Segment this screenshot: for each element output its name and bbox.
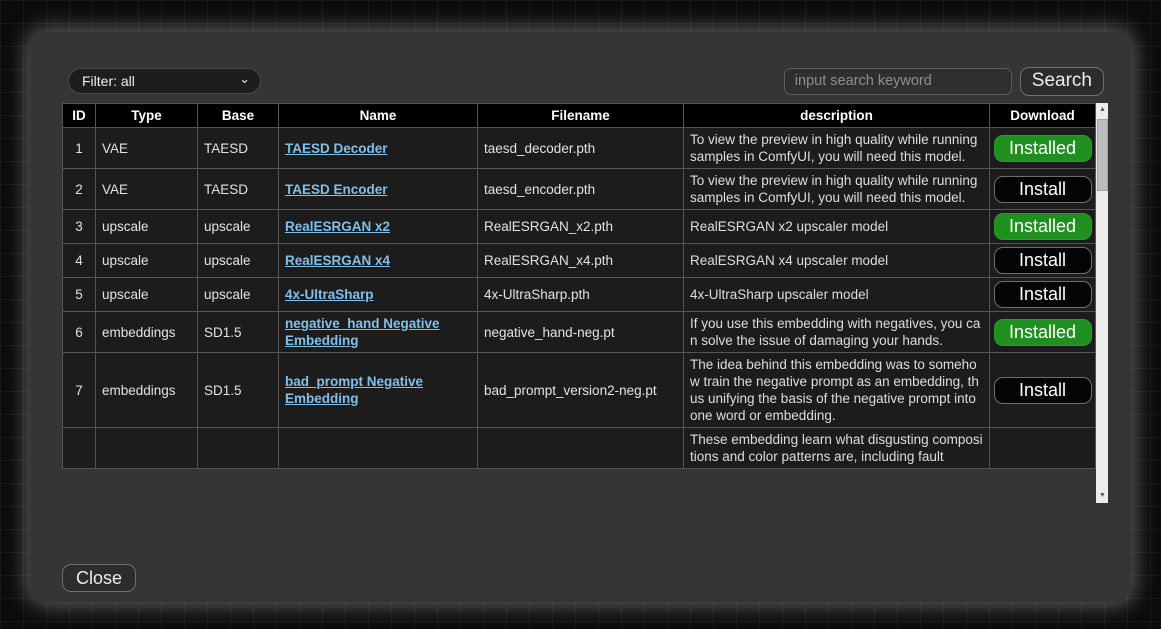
model-name-cell <box>279 428 478 469</box>
table-row: 6embeddingsSD1.5negative_hand Negative E… <box>63 312 1096 353</box>
download-cell: Install <box>990 244 1096 278</box>
model-name-cell: bad_prompt Negative Embedding <box>279 353 478 428</box>
base-cell <box>198 428 279 469</box>
model-name-cell: TAESD Encoder <box>279 169 478 210</box>
model-name-link[interactable]: TAESD Encoder <box>285 182 388 197</box>
description-cell: To view the preview in high quality whil… <box>684 128 990 169</box>
filename-cell: taesd_encoder.pth <box>478 169 684 210</box>
model-name-cell: TAESD Decoder <box>279 128 478 169</box>
scroll-up-arrow-icon[interactable]: ▲ <box>1096 103 1108 117</box>
scroll-down-arrow-icon[interactable]: ▼ <box>1096 489 1108 503</box>
type-cell: embeddings <box>96 312 198 353</box>
model-name-link[interactable]: bad_prompt Negative Embedding <box>285 374 423 406</box>
installed-button[interactable]: Installed <box>994 213 1092 240</box>
filename-cell: negative_hand-neg.pt <box>478 312 684 353</box>
type-cell: upscale <box>96 244 198 278</box>
description-cell: To view the preview in high quality whil… <box>684 169 990 210</box>
id-cell: 5 <box>63 278 96 312</box>
id-cell: 4 <box>63 244 96 278</box>
filter-dropdown-wrap: Filter: all ⌄ <box>68 68 261 94</box>
base-cell: SD1.5 <box>198 312 279 353</box>
table-row: 4upscaleupscaleRealESRGAN x4RealESRGAN_x… <box>63 244 1096 278</box>
filename-cell: 4x-UltraSharp.pth <box>478 278 684 312</box>
search-input[interactable] <box>784 68 1012 95</box>
description-cell: The idea behind this embedding was to so… <box>684 353 990 428</box>
download-cell: Installed <box>990 312 1096 353</box>
base-cell: TAESD <box>198 128 279 169</box>
table-row: These embedding learn what disgusting co… <box>63 428 1096 469</box>
filename-cell <box>478 428 684 469</box>
scrollbar-thumb[interactable] <box>1097 119 1108 191</box>
type-cell: upscale <box>96 278 198 312</box>
column-header-download: Download <box>990 104 1096 128</box>
filter-dropdown[interactable]: Filter: all <box>68 68 261 94</box>
column-header-name: Name <box>279 104 478 128</box>
description-cell: RealESRGAN x4 upscaler model <box>684 244 990 278</box>
table-row: 3upscaleupscaleRealESRGAN x2RealESRGAN_x… <box>63 210 1096 244</box>
model-table: IDTypeBaseNameFilenamedescriptionDownloa… <box>62 103 1096 469</box>
table-row: 7embeddingsSD1.5bad_prompt Negative Embe… <box>63 353 1096 428</box>
download-cell: Install <box>990 278 1096 312</box>
base-cell: upscale <box>198 244 279 278</box>
download-cell: Install <box>990 169 1096 210</box>
id-cell <box>63 428 96 469</box>
type-cell: VAE <box>96 169 198 210</box>
model-name-link[interactable]: 4x-UltraSharp <box>285 287 374 302</box>
description-cell: 4x-UltraSharp upscaler model <box>684 278 990 312</box>
type-cell: embeddings <box>96 353 198 428</box>
description-cell: RealESRGAN x2 upscaler model <box>684 210 990 244</box>
model-name-link[interactable]: RealESRGAN x2 <box>285 219 390 234</box>
description-cell: These embedding learn what disgusting co… <box>684 428 990 469</box>
column-header-id: ID <box>63 104 96 128</box>
base-cell: TAESD <box>198 169 279 210</box>
model-manager-dialog: Filter: all ⌄ Search IDTypeBaseNameFilen… <box>30 32 1131 602</box>
base-cell: upscale <box>198 278 279 312</box>
column-header-base: Base <box>198 104 279 128</box>
install-button[interactable]: Install <box>994 281 1092 308</box>
filename-cell: RealESRGAN_x2.pth <box>478 210 684 244</box>
download-cell: Installed <box>990 210 1096 244</box>
id-cell: 1 <box>63 128 96 169</box>
download-cell: Installed <box>990 128 1096 169</box>
model-name-link[interactable]: negative_hand Negative Embedding <box>285 316 440 348</box>
table-header-row: IDTypeBaseNameFilenamedescriptionDownloa… <box>63 104 1096 128</box>
table-row: 1VAETAESD TAESD Decoder taesd_decoder.pthT… <box>63 128 1096 169</box>
base-cell: upscale <box>198 210 279 244</box>
column-header-description: description <box>684 104 990 128</box>
download-cell <box>990 428 1096 469</box>
table-row: 2VAETAESD TAESD Encoder taesd_encoder.pthT… <box>63 169 1096 210</box>
description-cell: If you use this embedding with negatives… <box>684 312 990 353</box>
column-header-filename: Filename <box>478 104 684 128</box>
installed-button[interactable]: Installed <box>994 135 1092 162</box>
column-header-type: Type <box>96 104 198 128</box>
type-cell: VAE <box>96 128 198 169</box>
filename-cell: taesd_decoder.pth <box>478 128 684 169</box>
search-button[interactable]: Search <box>1020 67 1104 96</box>
model-name-cell: RealESRGAN x2 <box>279 210 478 244</box>
model-name-cell: 4x-UltraSharp <box>279 278 478 312</box>
install-button[interactable]: Install <box>994 247 1092 274</box>
toolbar: Filter: all ⌄ Search <box>68 67 1104 95</box>
model-name-cell: RealESRGAN x4 <box>279 244 478 278</box>
installed-button[interactable]: Installed <box>994 319 1092 346</box>
model-name-cell: negative_hand Negative Embedding <box>279 312 478 353</box>
table-row: 5upscaleupscale4x-UltraSharp4x-UltraShar… <box>63 278 1096 312</box>
model-name-link[interactable]: TAESD Decoder <box>285 141 388 156</box>
type-cell <box>96 428 198 469</box>
model-table-area: IDTypeBaseNameFilenamedescriptionDownloa… <box>62 103 1108 503</box>
id-cell: 2 <box>63 169 96 210</box>
filename-cell: RealESRGAN_x4.pth <box>478 244 684 278</box>
close-button[interactable]: Close <box>62 564 136 592</box>
base-cell: SD1.5 <box>198 353 279 428</box>
install-button[interactable]: Install <box>994 377 1092 404</box>
id-cell: 3 <box>63 210 96 244</box>
model-name-link[interactable]: RealESRGAN x4 <box>285 253 390 268</box>
vertical-scrollbar[interactable]: ▲ ▼ <box>1096 103 1108 503</box>
type-cell: upscale <box>96 210 198 244</box>
install-button[interactable]: Install <box>994 176 1092 203</box>
filename-cell: bad_prompt_version2-neg.pt <box>478 353 684 428</box>
id-cell: 7 <box>63 353 96 428</box>
download-cell: Install <box>990 353 1096 428</box>
id-cell: 6 <box>63 312 96 353</box>
